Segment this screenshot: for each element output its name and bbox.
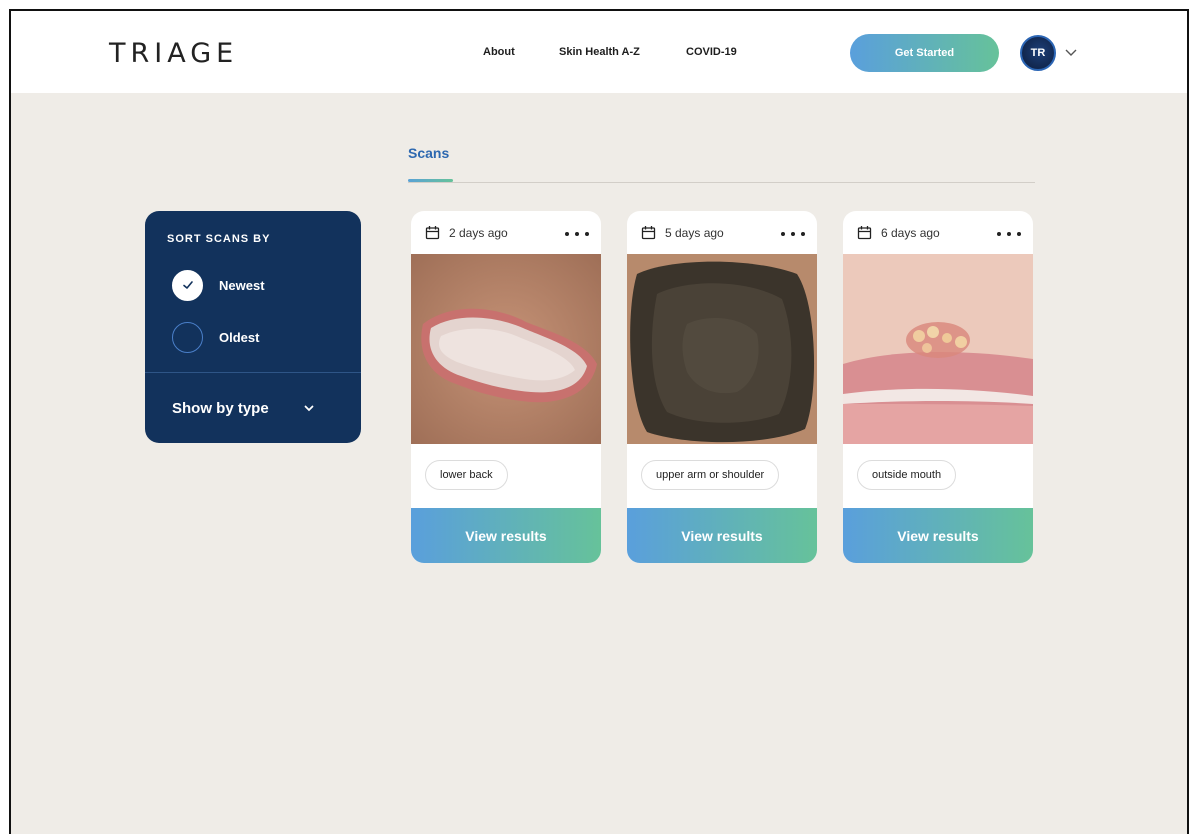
panel-divider	[145, 372, 361, 373]
calendar-icon	[425, 226, 440, 240]
view-results-button[interactable]: View results	[627, 508, 817, 563]
sort-option-label: Newest	[219, 277, 265, 293]
nav-skin-health[interactable]: Skin Health A-Z	[559, 46, 640, 58]
calendar-icon	[641, 226, 656, 240]
avatar[interactable]: TR	[1020, 35, 1056, 71]
show-by-type-dropdown[interactable]: Show by type	[172, 394, 332, 422]
radio-selected[interactable]	[172, 269, 203, 301]
nav-about[interactable]: About	[483, 46, 515, 58]
skin-lesion-photo[interactable]	[627, 254, 817, 444]
body-location-tag: outside mouth	[857, 460, 957, 490]
logo[interactable]: TRIAGE	[109, 38, 238, 69]
skin-lesion-photo[interactable]	[411, 254, 601, 444]
scan-date-text: 2 days ago	[449, 225, 508, 240]
sort-option-label: Oldest	[219, 329, 260, 345]
more-options-icon[interactable]	[781, 225, 805, 243]
scan-date: 2 days ago	[425, 225, 508, 240]
tab-scans[interactable]: Scans	[408, 145, 449, 161]
chevron-down-icon	[304, 405, 314, 412]
view-results-button[interactable]: View results	[843, 508, 1033, 563]
tab-divider	[408, 182, 1035, 183]
view-results-button[interactable]: View results	[411, 508, 601, 563]
app-frame: TRIAGE About Skin Health A-Z COVID-19 Ge…	[9, 9, 1189, 834]
more-options-icon[interactable]	[997, 225, 1021, 243]
scan-date-text: 5 days ago	[665, 225, 724, 240]
chevron-down-icon[interactable]	[1064, 45, 1078, 59]
more-options-icon[interactable]	[565, 225, 589, 243]
scan-date: 5 days ago	[641, 225, 724, 240]
nav-covid[interactable]: COVID-19	[686, 46, 737, 58]
body-location-tag: lower back	[425, 460, 508, 490]
sort-option-oldest[interactable]: Oldest	[172, 321, 342, 353]
skin-lesion-photo[interactable]	[843, 254, 1033, 444]
scan-card: 6 days ago outside mouth View results	[843, 211, 1033, 563]
sort-option-newest[interactable]: Newest	[172, 269, 342, 301]
calendar-icon	[857, 226, 872, 240]
scan-card: 2 days ago lower back View results	[411, 211, 601, 563]
radio-unselected[interactable]	[172, 321, 203, 353]
scan-date: 6 days ago	[857, 225, 940, 240]
check-icon	[182, 281, 193, 289]
body-location-tag: upper arm or shoulder	[641, 460, 780, 490]
sort-panel-title: SORT SCANS BY	[167, 233, 271, 245]
show-by-type-label: Show by type	[172, 399, 269, 417]
top-header: TRIAGE About Skin Health A-Z COVID-19 Ge…	[11, 11, 1187, 93]
get-started-button[interactable]: Get Started	[850, 34, 999, 72]
scan-date-text: 6 days ago	[881, 225, 940, 240]
sort-panel: SORT SCANS BY Newest Oldest Show by type	[145, 211, 361, 443]
scan-card: 5 days ago upper arm or shoulder View re…	[627, 211, 817, 563]
